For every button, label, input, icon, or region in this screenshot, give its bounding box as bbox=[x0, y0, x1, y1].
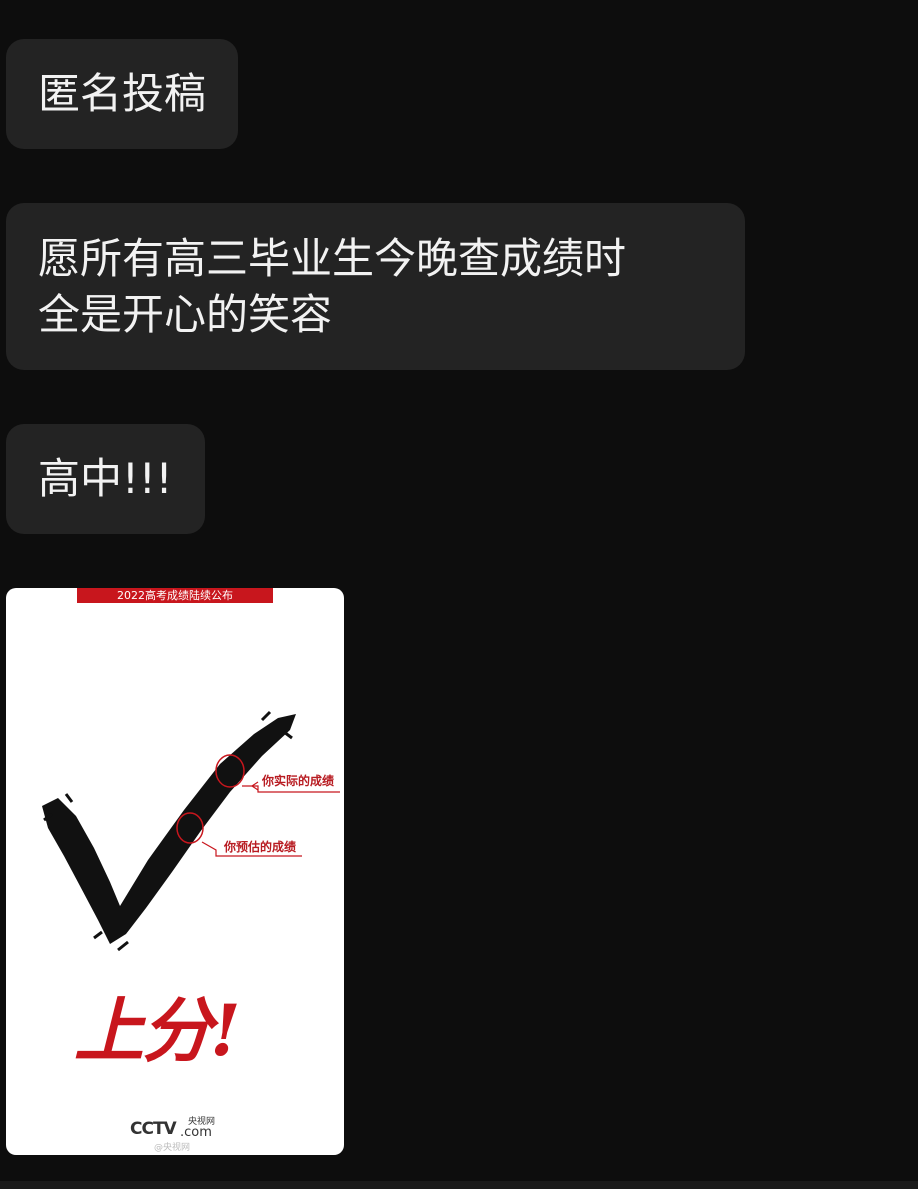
message-text-line-1: 愿所有高三毕业生今晚查成绩时 bbox=[38, 234, 627, 283]
bottom-divider bbox=[0, 1181, 918, 1189]
logo-brand: CCTV bbox=[130, 1119, 177, 1139]
message-text: 高中!!! bbox=[38, 454, 173, 503]
message-text: 匿名投稿 bbox=[38, 69, 207, 118]
poster-headline: 上分! bbox=[74, 989, 241, 1072]
logo-domain: .com bbox=[180, 1125, 212, 1140]
callout-actual: 你实际的成绩 bbox=[261, 773, 334, 788]
cctv-logo: CCTV 央视网 .com bbox=[130, 1115, 230, 1141]
callout-estimated: 你预估的成绩 bbox=[223, 839, 296, 854]
image-message[interactable]: 2022高考成绩陆续公布 你实际的成绩 你预估的成绩 上分! CCTV 央视网 … bbox=[6, 588, 344, 1155]
message-bubble-3[interactable]: 高中!!! bbox=[6, 424, 205, 534]
message-bubble-2[interactable]: 愿所有高三毕业生今晚查成绩时 全是开心的笑容 bbox=[6, 203, 745, 370]
message-text-line-2: 全是开心的笑容 bbox=[38, 290, 333, 339]
message-bubble-1[interactable]: 匿名投稿 bbox=[6, 39, 239, 149]
brush-checkmark-icon bbox=[42, 714, 296, 944]
watermark: @央视网 bbox=[154, 1143, 191, 1153]
